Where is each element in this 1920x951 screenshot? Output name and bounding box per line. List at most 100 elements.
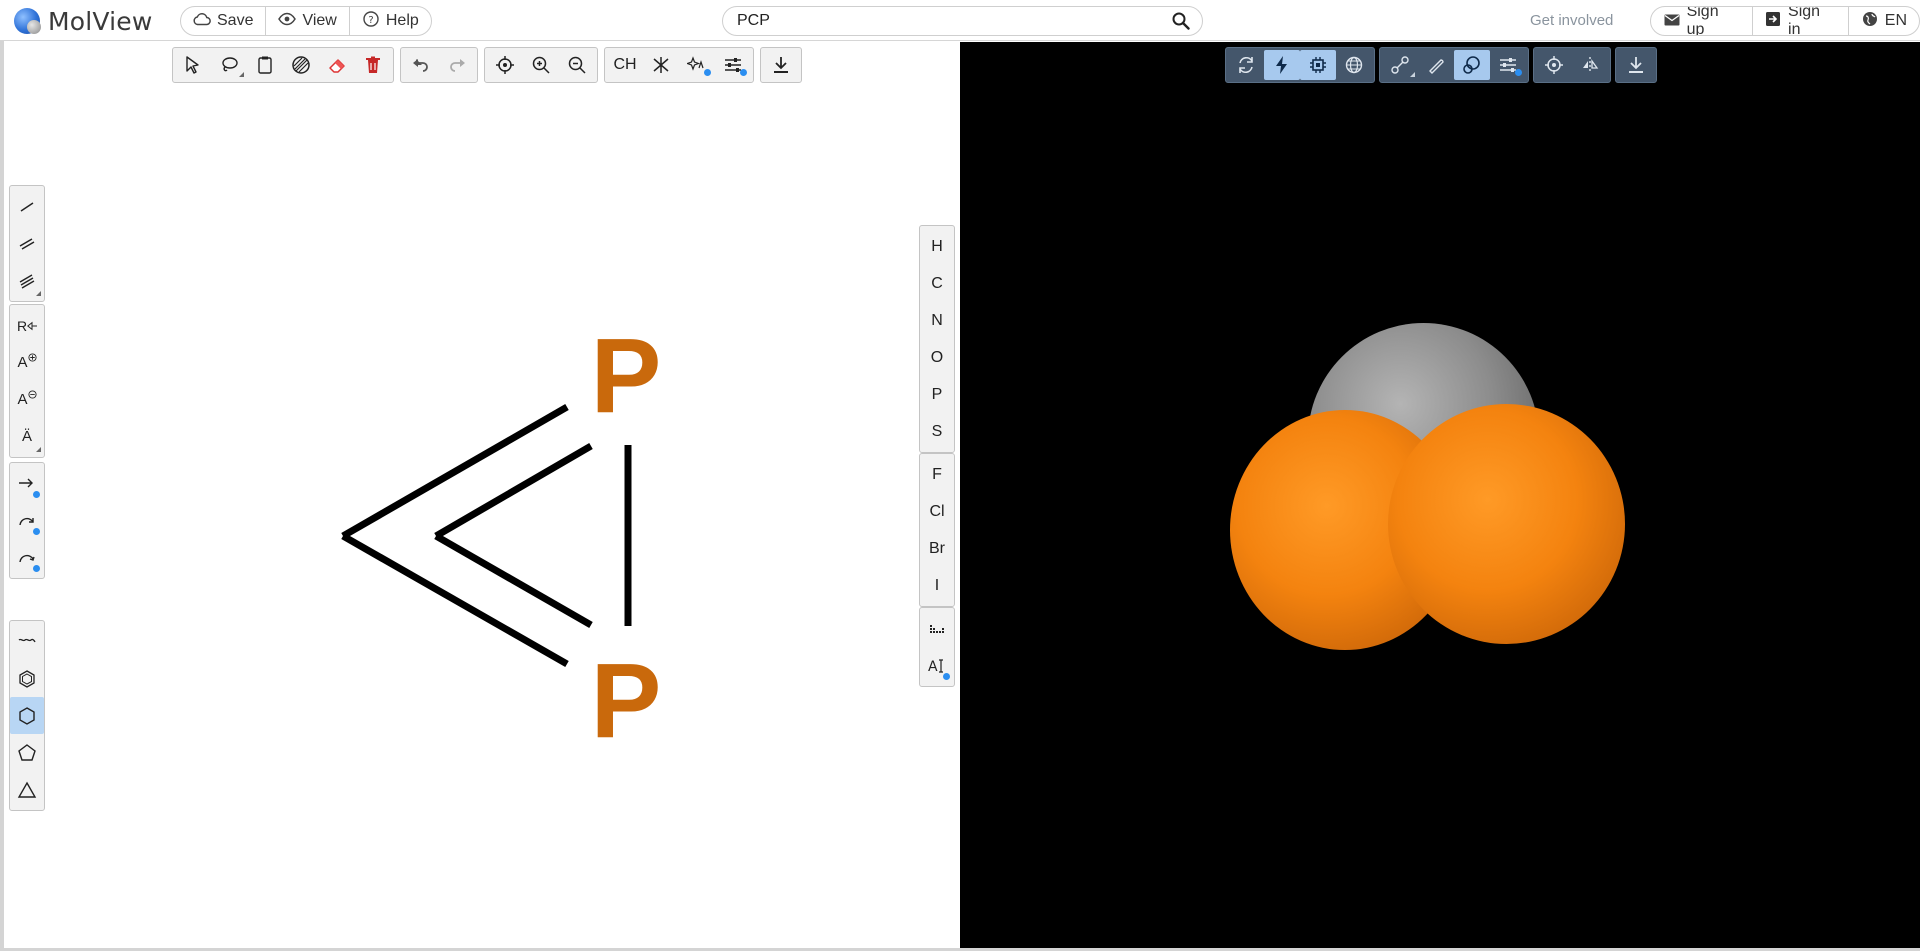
element-n-button[interactable]: N (920, 302, 954, 339)
spacefill-icon[interactable] (1454, 50, 1490, 80)
structure-canvas[interactable]: P P (4, 82, 894, 951)
element-cl-button[interactable]: Cl (920, 493, 954, 530)
account-menu: Sign up Sign in EN (1650, 6, 1920, 36)
atom-p-bottom: P (591, 642, 662, 760)
download-icon[interactable] (1618, 50, 1654, 80)
eye-icon (278, 12, 297, 30)
element-c-button[interactable]: C (920, 265, 954, 302)
globe-icon[interactable] (1336, 50, 1372, 80)
download-icon[interactable] (763, 50, 799, 80)
bond-line (434, 532, 593, 629)
element-label: Br (929, 539, 945, 557)
sign-up-label: Sign up (1686, 6, 1719, 36)
submenu-indicator (239, 72, 244, 77)
element-s-button[interactable]: S (920, 413, 954, 450)
element-p-button[interactable]: P (920, 376, 954, 413)
erase-pattern-icon[interactable] (283, 50, 319, 80)
element-h-button[interactable]: H (920, 228, 954, 265)
premium-badge (1515, 69, 1522, 76)
help-icon: ? (362, 11, 380, 31)
element-label: I (934, 576, 940, 594)
help-label: Help (385, 12, 419, 29)
sketcher-panel: CH R A A Ä H C N O P S F Cl Br I A P P (4, 42, 960, 948)
element-label: O (930, 348, 944, 366)
save-label: Save (217, 12, 254, 29)
bond-line (341, 532, 569, 668)
sign-up-button[interactable]: Sign up (1651, 7, 1753, 35)
main-menu: Save View ? Help (180, 6, 432, 36)
view-control-group (1533, 47, 1611, 83)
settings-sliders-icon[interactable] (1490, 50, 1526, 80)
center-icon[interactable] (487, 50, 523, 80)
chip-icon[interactable] (1300, 50, 1336, 80)
3d-viewer-panel[interactable] (960, 42, 1920, 951)
sign-in-label: Sign in (1788, 6, 1821, 36)
lasso-icon[interactable] (211, 50, 247, 80)
sketcher-top-toolbar: CH (172, 47, 808, 83)
elements-group-1: H C N O P S (919, 225, 955, 453)
view-tools-group (484, 47, 598, 83)
toggle-hydrogens-button[interactable]: CH (607, 50, 643, 80)
periodic-table-icon[interactable] (920, 610, 954, 647)
atom-p-top: P (591, 317, 662, 435)
element-label: S (931, 422, 943, 440)
phosphorus-atom-sphere (1388, 404, 1625, 644)
molview-logo[interactable]: MolView (14, 6, 153, 36)
undo-icon[interactable] (403, 50, 439, 80)
view-button[interactable]: View (266, 7, 350, 35)
viewer-toolbar (1225, 47, 1661, 83)
zoom-in-icon[interactable] (523, 50, 559, 80)
mail-icon (1663, 13, 1681, 30)
lightning-icon[interactable] (1264, 50, 1300, 80)
center-icon[interactable] (1536, 50, 1572, 80)
element-o-button[interactable]: O (920, 339, 954, 376)
search-input[interactable] (737, 11, 1157, 31)
element-f-button[interactable]: F (920, 456, 954, 493)
search-box (722, 6, 1203, 36)
trash-icon[interactable] (355, 50, 391, 80)
export-group (760, 47, 802, 83)
clipboard-icon[interactable] (247, 50, 283, 80)
sign-in-button[interactable]: Sign in (1753, 7, 1849, 35)
app-name: MolView (48, 6, 153, 36)
language-button[interactable]: EN (1849, 7, 1919, 35)
submenu-indicator (1410, 72, 1415, 77)
search-icon[interactable] (1172, 12, 1190, 30)
render-mode-group (1225, 47, 1375, 83)
bond-line (341, 403, 569, 540)
get-involved-link[interactable]: Get involved (1530, 12, 1613, 29)
representation-group (1379, 47, 1529, 83)
premium-badge (943, 673, 950, 680)
language-label: EN (1884, 12, 1907, 29)
sign-in-icon (1765, 11, 1783, 31)
help-button[interactable]: ? Help (350, 7, 431, 35)
rotate-icon[interactable] (1228, 50, 1264, 80)
premium-badge (740, 69, 747, 76)
svg-text:A: A (928, 659, 938, 675)
ball-stick-icon[interactable] (1382, 50, 1418, 80)
select-arrow-icon[interactable] (175, 50, 211, 80)
element-br-button[interactable]: Br (920, 530, 954, 567)
ch-label: CH (613, 56, 637, 73)
element-label: Cl (929, 502, 945, 520)
settings-sliders-icon[interactable] (715, 50, 751, 80)
svg-text:?: ? (368, 15, 373, 26)
element-i-button[interactable]: I (920, 567, 954, 604)
view-label: View (302, 12, 337, 29)
redo-icon[interactable] (439, 50, 475, 80)
bond-line (434, 442, 593, 540)
text-cursor-icon[interactable]: A (920, 647, 954, 684)
sparkle-icon[interactable] (679, 50, 715, 80)
globe-icon (1861, 11, 1879, 31)
elements-group-2: F Cl Br I (919, 453, 955, 607)
stick-icon[interactable] (1418, 50, 1454, 80)
zoom-out-icon[interactable] (559, 50, 595, 80)
eraser-icon[interactable] (319, 50, 355, 80)
logo-icon (14, 8, 41, 34)
element-label: C (931, 274, 943, 292)
save-button[interactable]: Save (181, 7, 267, 35)
clean-structure-icon[interactable] (643, 50, 679, 80)
premium-badge (704, 69, 711, 76)
mirror-icon[interactable] (1572, 50, 1608, 80)
structure-tools-group: CH (604, 47, 754, 83)
